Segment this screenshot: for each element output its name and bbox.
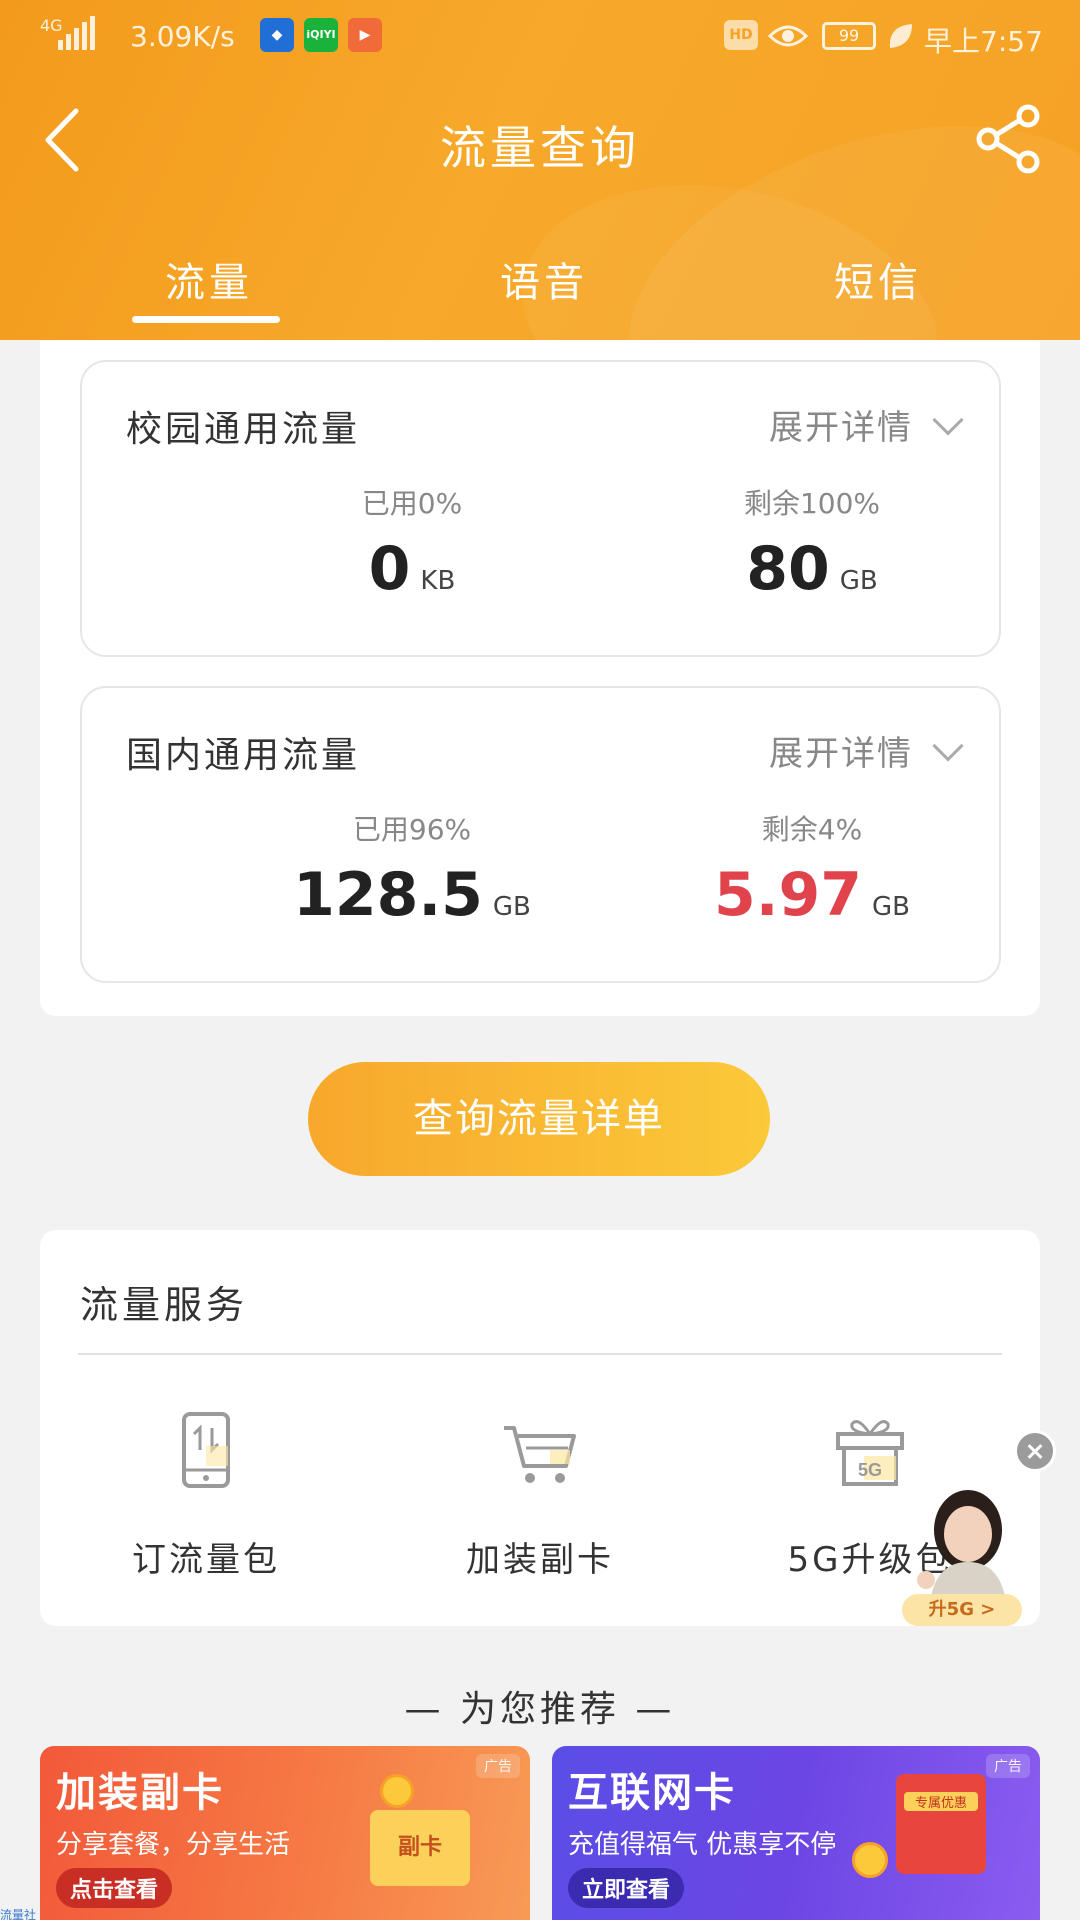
chevron-down-icon xyxy=(932,404,964,436)
domestic-data-card: 国内通用流量 展开详情 已用96% 剩余4% 128.5 GB 5.97 GB xyxy=(80,686,1001,983)
expand-label: 展开详情 xyxy=(769,734,913,774)
promo-avatar-image[interactable] xyxy=(906,1484,1016,1602)
query-data-details-button[interactable]: 查询流量详单 xyxy=(308,1062,770,1176)
usage-panel: 校园通用流量 展开详情 已用0% 剩余100% 0 KB 80 GB 国内通用流量 … xyxy=(40,340,1040,1016)
service-item-add-card[interactable]: 加装副卡 xyxy=(400,1410,680,1581)
battery-level: 99 xyxy=(838,26,860,45)
service-label: 订流量包 xyxy=(132,1540,280,1580)
footer-link[interactable]: 流量社 xyxy=(0,1906,36,1920)
remaining-value: 5.97 xyxy=(713,860,863,930)
header: 4G 3.09K/s ◆ iQIYI ▶ HD 99 早上7:57 流量查询 流… xyxy=(0,0,1080,340)
tab-voice[interactable]: 语音 xyxy=(500,250,588,308)
ad-tag: 广告 xyxy=(476,1754,520,1778)
ad-subtitle: 分享套餐，分享生活 xyxy=(56,1830,291,1860)
expand-details-button[interactable]: 展开详情 xyxy=(769,400,964,449)
data-services-card: 流量服务 订流量包 加装副卡 5G 5G升级包 xyxy=(40,1230,1040,1626)
ad-subtitle: 充值得福气 优惠享不停 xyxy=(568,1830,837,1860)
used-value: 128.5 xyxy=(293,860,483,930)
page-title: 流量查询 xyxy=(440,121,640,175)
remaining-unit: GB xyxy=(839,566,878,596)
service-label: 加装副卡 xyxy=(466,1540,614,1580)
card-title: 校园通用流量 xyxy=(126,409,361,450)
share-icon[interactable] xyxy=(974,104,1044,174)
upgrade-5g-pill[interactable]: 升5G > xyxy=(902,1594,1022,1626)
gift-5g-icon: 5G xyxy=(836,1420,904,1486)
remaining-unit: GB xyxy=(872,892,911,922)
campus-data-card: 校园通用流量 展开详情 已用0% 剩余100% 0 KB 80 GB xyxy=(80,360,1001,657)
close-promo-icon[interactable] xyxy=(1014,1430,1056,1472)
ad-button[interactable]: 立即查看 xyxy=(568,1868,685,1908)
card-title: 国内通用流量 xyxy=(126,735,361,776)
used-percent-label: 已用0% xyxy=(361,487,463,520)
remaining-value: 80 xyxy=(746,534,830,604)
play-app-icon: ▶ xyxy=(348,18,382,52)
recommend-title: — 为您推荐 — xyxy=(404,1689,676,1730)
network-speed: 3.09K/s xyxy=(130,20,235,53)
ad-button[interactable]: 点击查看 xyxy=(56,1868,173,1908)
iqiyi-app-icon: iQIYI xyxy=(304,18,338,52)
hd-icon: HD xyxy=(724,20,758,50)
ad-title: 互联网卡 xyxy=(568,1770,736,1816)
phone-data-icon xyxy=(182,1412,230,1488)
battery-icon: 99 xyxy=(822,22,876,50)
ad-banner-add-card[interactable]: 广告 加装副卡 分享套餐，分享生活 点击查看 副卡 xyxy=(40,1746,530,1920)
expand-label: 展开详情 xyxy=(769,408,913,448)
leaf-icon xyxy=(889,24,912,48)
remaining-amount: 80 GB xyxy=(662,534,962,604)
used-unit: GB xyxy=(492,892,531,922)
eye-icon xyxy=(768,25,808,47)
used-amount: 0 KB xyxy=(262,534,562,604)
ad-banner-internet-card[interactable]: 广告 互联网卡 充值得福气 优惠享不停 立即查看 专属优惠 xyxy=(552,1746,1040,1920)
ad-title: 加装副卡 xyxy=(56,1770,224,1816)
ad-tag: 广告 xyxy=(986,1754,1030,1778)
ad-card-graphic: 专属优惠 xyxy=(896,1774,986,1874)
used-value: 0 xyxy=(368,534,411,604)
remaining-percent-label: 剩余100% xyxy=(743,487,881,520)
remaining-amount: 5.97 GB xyxy=(662,860,962,930)
used-percent-label: 已用96% xyxy=(352,813,472,846)
used-unit: KB xyxy=(420,566,456,596)
divider xyxy=(78,1353,1002,1355)
ad-card-label: 副卡 xyxy=(397,1835,442,1860)
coin-icon xyxy=(380,1774,414,1808)
clock: 早上7:57 xyxy=(924,25,1043,58)
tab-data[interactable]: 流量 xyxy=(165,250,253,308)
used-amount: 128.5 GB xyxy=(262,860,562,930)
service-item-data-pack[interactable]: 订流量包 xyxy=(66,1410,346,1581)
svg-text:5G: 5G xyxy=(858,1460,882,1480)
cart-icon xyxy=(504,1426,576,1483)
status-bar: 4G 3.09K/s ◆ iQIYI ▶ HD 99 早上7:57 xyxy=(0,0,1080,72)
coin-icon xyxy=(852,1842,888,1878)
services-title: 流量服务 xyxy=(80,1283,249,1327)
ad-card-label: 专属优惠 xyxy=(904,1792,978,1811)
tab-sms[interactable]: 短信 xyxy=(834,250,922,308)
shield-app-icon: ◆ xyxy=(260,18,294,52)
chevron-down-icon xyxy=(932,730,964,762)
remaining-percent-label: 剩余4% xyxy=(761,813,863,846)
active-tab-indicator xyxy=(132,316,280,323)
ad-card-graphic: 副卡 xyxy=(370,1810,470,1886)
expand-details-button[interactable]: 展开详情 xyxy=(769,726,964,775)
signal-icon xyxy=(58,16,95,50)
tab-bar: 流量 语音 短信 xyxy=(0,250,1080,323)
